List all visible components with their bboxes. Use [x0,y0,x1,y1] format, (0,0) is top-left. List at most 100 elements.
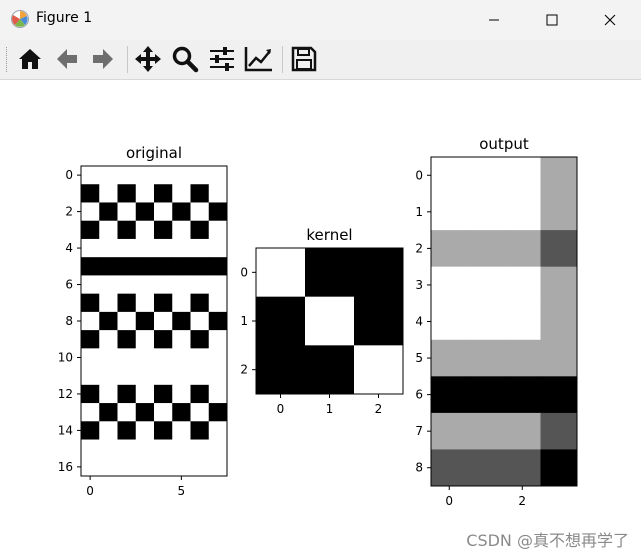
heatmap-cell [504,157,541,194]
edit-axis-button[interactable] [244,44,274,74]
heatmap-cell [208,403,228,422]
heatmap-cell [135,293,155,313]
heatmap-cell [172,257,191,276]
close-button[interactable] [581,0,639,40]
heatmap-cell [81,311,100,331]
configure-subplots-icon [210,47,234,71]
heatmap-cell [99,384,118,404]
heatmap-cell [172,293,191,313]
heatmap-cell [467,339,505,377]
heatmap-cell [190,257,210,276]
heatmap-cell [154,275,173,295]
heatmap-cell [154,257,173,276]
heatmap-cell [154,184,173,203]
toolbar-separator [127,46,128,73]
heatmap-cell [190,421,210,440]
heatmap-cell [172,330,191,349]
heatmap-cell [354,248,404,298]
home-button[interactable] [15,44,45,74]
watermark: CSDN @真不想再学了 [466,531,629,550]
y-tick-label: 8 [415,461,423,475]
y-tick-label: 6 [65,278,73,292]
minimize-button[interactable] [465,0,523,40]
heatmap-cell [190,366,210,386]
pan-button[interactable] [133,44,163,74]
heatmap-cell [135,238,155,258]
heatmap-cell [117,403,137,422]
heatmap-cell [172,238,191,258]
heatmap-cell [172,421,191,440]
figure-plot-area: original0 50246810121416kernel0 1 2012outpu… [58,135,578,508]
heatmap-cell [467,157,505,194]
heatmap-cell [117,238,137,258]
heatmap-cell [190,384,210,404]
heatmap-cell [135,202,155,222]
heatmap-cell [81,330,100,349]
heatmap-cell [117,457,137,477]
heatmap-cell [135,384,155,404]
pan-icon [135,46,161,72]
heatmap-cell [154,220,173,240]
toolbar-grip[interactable] [6,47,9,72]
heatmap-cell [208,166,228,185]
heatmap-cell [172,348,191,367]
heatmap-cell [190,293,210,313]
y-tick-label: 10 [58,350,73,364]
heatmap-cell [154,403,173,422]
heatmap-cell [172,202,191,222]
heatmap-cell [117,384,137,404]
heatmap-cell [81,439,100,459]
heatmap-cell [540,303,578,341]
heatmap-cell [256,345,306,395]
heatmap-cell [208,202,228,222]
maximize-button[interactable] [523,0,581,40]
zoom-button[interactable] [170,44,200,74]
heatmap-cell [190,457,210,477]
heatmap-cell [117,366,137,386]
heatmap-cell [135,166,155,185]
x-tick-label: 2 [375,402,383,416]
save-icon [291,46,317,72]
heatmap-cell [256,248,306,298]
configure-subplots-button[interactable] [207,44,237,74]
heatmap-cell [431,266,468,304]
heatmap-cell [467,412,505,450]
heatmap-cell [504,230,541,268]
heatmap-cell [154,311,173,331]
forward-button[interactable] [88,44,118,74]
heatmap-cell [117,166,137,185]
heatmap-cell [467,303,505,341]
heatmap-cell [135,366,155,386]
heatmap-cell [172,403,191,422]
heatmap-cell [208,384,228,404]
heatmap-cell [208,311,228,331]
back-button[interactable] [52,44,82,74]
heatmap-cell [190,220,210,240]
heatmap-cell [99,439,118,459]
subplot-output: output 0 2 0 1 2 3 4 5 6 7 8 [415,135,578,508]
heatmap-cell [467,193,505,231]
heatmap-cell [540,266,578,304]
heatmap-cell [99,421,118,440]
heatmap-cell [431,412,468,450]
heatmap-cell [135,220,155,240]
heatmap-cell [99,257,118,276]
heatmap-cell [208,275,228,295]
heatmap-cell [81,166,100,185]
heatmap-cell [135,421,155,440]
maximize-icon [546,14,558,26]
y-tick-label: 16 [58,460,73,474]
heatmap-cell [172,384,191,404]
heatmap-cell [540,449,578,487]
heatmap-cell [540,193,578,231]
heatmap-cell [154,238,173,258]
heatmap-cell [99,311,118,331]
figure-canvas[interactable]: original 0 5 0 2 4 6 8 10 12 14 16 kernel 0 1 2 0 1 2 outpu… [0,80,641,559]
heatmap-cell [81,293,100,313]
heatmap-cell [172,275,191,295]
y-tick-label: 3 [415,278,423,292]
heatmap-cell [154,293,173,313]
heatmap-cell [99,220,118,240]
save-button[interactable] [289,44,319,74]
heatmap-cell [190,330,210,349]
